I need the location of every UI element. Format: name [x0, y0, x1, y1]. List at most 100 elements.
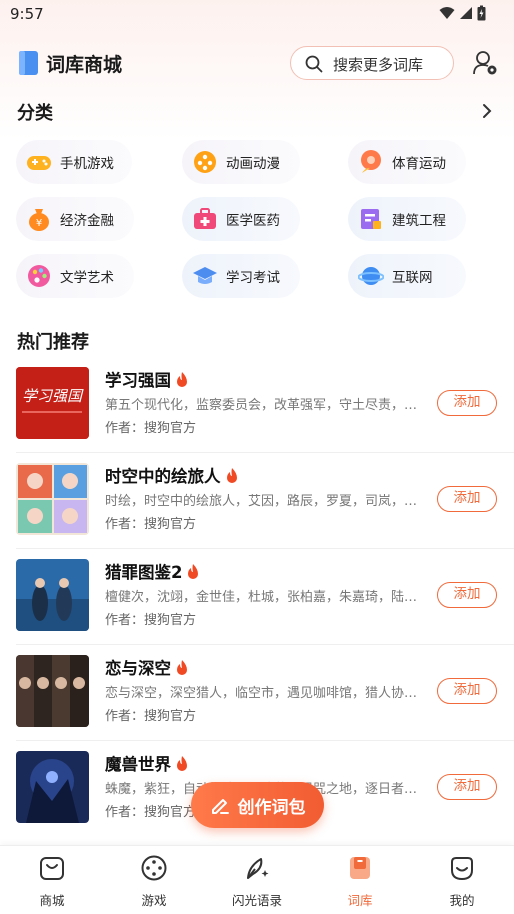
nav-item-store[interactable]: 商城 [12, 854, 92, 912]
palette-icon [28, 265, 50, 287]
divider [16, 452, 514, 453]
status-time: 9:57 [10, 5, 44, 23]
thumbnail-liezui [16, 559, 89, 631]
book-logo-icon [19, 51, 38, 75]
category-medical[interactable]: 医学医药 [182, 197, 300, 241]
list-item[interactable]: 恋与深空 恋与深空，深空猎人，临空市，遇见咖啡馆，猎人协… 作者：搜狗官方 添加 [0, 655, 514, 751]
item-author: 作者：搜狗官方 [105, 805, 197, 820]
search-placeholder: 搜索更多词库 [333, 56, 424, 74]
category-literature-art[interactable]: 文学艺术 [16, 254, 134, 298]
thumbnail-art [16, 655, 89, 727]
status-icons [439, 5, 486, 21]
game-icon [141, 855, 167, 881]
category-label: 互联网 [392, 270, 433, 286]
nav-label: 词库 [347, 893, 373, 908]
fire-icon [177, 756, 187, 771]
thumbnail-xuexiqiangguo: 学习强国 [16, 367, 89, 439]
thumbnail-art [16, 463, 89, 535]
category-mobile-games[interactable]: 手机游戏 [16, 140, 132, 184]
header: 词库商城 搜索更多词库 [0, 44, 514, 84]
status-bar: 9:57 [0, 0, 514, 28]
planet-icon [358, 267, 384, 285]
anime-icon [194, 151, 216, 173]
smiley-profile-icon [451, 857, 473, 881]
category-label: 建筑工程 [392, 213, 446, 229]
nav-item-lexicon[interactable]: 词库 [320, 854, 400, 912]
item-title: 恋与深空 [105, 655, 189, 679]
category-label: 手机游戏 [60, 156, 114, 172]
add-button[interactable]: 添加 [437, 678, 497, 704]
item-title-text: 魔兽世界 [105, 755, 171, 774]
categories-title: 分类 [17, 103, 53, 124]
add-button[interactable]: 添加 [437, 486, 497, 512]
item-title: 时空中的绘旅人 [105, 463, 239, 487]
divider [16, 740, 514, 741]
nav-label: 闪光语录 [231, 893, 282, 908]
create-pack-button[interactable]: 创作词包 [191, 782, 324, 828]
list-item[interactable]: 猎罪图鉴2 檀健次，沈翊，金世佳，杜城，张柏嘉，朱嘉琦，陆… 作者：搜狗官方 添… [0, 559, 514, 655]
battery-icon [477, 5, 486, 21]
nav-label: 商城 [39, 893, 65, 908]
category-anime[interactable]: 动画动漫 [182, 140, 300, 184]
graduation-cap-icon [193, 267, 217, 284]
category-construction[interactable]: 建筑工程 [348, 197, 466, 241]
chevron-right-icon[interactable] [480, 102, 494, 120]
item-title-text: 时空中的绘旅人 [105, 467, 221, 486]
nav-item-quotes[interactable]: 闪光语录 [217, 854, 297, 912]
category-label: 学习考试 [226, 270, 280, 286]
thumbnail-lianyushenkong [16, 655, 89, 727]
category-label: 文学艺术 [60, 270, 114, 286]
user-settings-icon[interactable] [472, 50, 498, 76]
category-finance[interactable]: ¥ 经济金融 [16, 197, 134, 241]
nav-label: 我的 [449, 893, 475, 908]
divider [16, 644, 514, 645]
item-title: 学习强国 [105, 367, 189, 391]
category-label: 体育运动 [392, 156, 446, 172]
add-button[interactable]: 添加 [437, 774, 497, 800]
item-author: 作者：搜狗官方 [105, 421, 197, 436]
item-description: 恋与深空，深空猎人，临空市，遇见咖啡馆，猎人协… [105, 686, 418, 701]
category-label: 经济金融 [60, 213, 114, 229]
item-description: 檀健次，沈翊，金世佳，杜城，张柏嘉，朱嘉琦，陆… [105, 590, 418, 605]
thumbnail-art: 学习强国 [16, 367, 89, 439]
sports-icon [361, 150, 381, 173]
svg-text:¥: ¥ [36, 218, 42, 229]
category-label: 动画动漫 [226, 156, 280, 172]
thumbnail-text: 学习强国 [22, 387, 84, 405]
item-author: 作者：搜狗官方 [105, 709, 197, 724]
category-label: 医学医药 [226, 213, 280, 229]
feather-sparkle-icon [247, 858, 269, 879]
item-title: 猎罪图鉴2 [105, 559, 200, 583]
store-bag-icon [40, 857, 64, 880]
category-study-exam[interactable]: 学习考试 [182, 254, 300, 298]
fire-icon [188, 564, 199, 579]
item-author: 作者：搜狗官方 [105, 517, 197, 532]
money-bag-icon: ¥ [29, 209, 49, 231]
item-title-text: 学习强国 [105, 371, 171, 390]
hot-title: 热门推荐 [17, 332, 89, 353]
wifi-icon [439, 7, 455, 19]
page-title: 词库商城 [46, 54, 123, 76]
item-author: 作者：搜狗官方 [105, 613, 197, 628]
signal-icon [460, 7, 472, 19]
thumbnail-wow [16, 751, 89, 823]
nav-item-games[interactable]: 游戏 [114, 854, 194, 912]
add-button[interactable]: 添加 [437, 390, 497, 416]
create-pack-label: 创作词包 [237, 797, 306, 818]
fire-icon [177, 372, 187, 387]
list-item[interactable]: 时空中的绘旅人 时绘，时空中的绘旅人，艾因，路辰，罗夏，司岚，… 作者：搜狗官方… [0, 463, 514, 559]
lexicon-book-icon [350, 857, 370, 879]
item-title: 魔兽世界 [105, 751, 189, 775]
search-icon [305, 55, 323, 73]
thumbnail-art [16, 559, 89, 631]
list-item[interactable]: 学习强国 学习强国 第五个现代化，监察委员会，改革强军，守土尽责，… 作者：搜狗… [0, 367, 514, 463]
thumbnail-art [16, 751, 89, 823]
gamepad-icon [27, 156, 51, 170]
category-internet[interactable]: 互联网 [348, 254, 466, 298]
nav-item-me[interactable]: 我的 [422, 854, 502, 912]
item-title-text: 猎罪图鉴2 [105, 563, 183, 582]
search-input[interactable]: 搜索更多词库 [290, 46, 454, 80]
fire-icon [226, 468, 237, 483]
category-sports[interactable]: 体育运动 [348, 140, 466, 184]
add-button[interactable]: 添加 [437, 582, 497, 608]
